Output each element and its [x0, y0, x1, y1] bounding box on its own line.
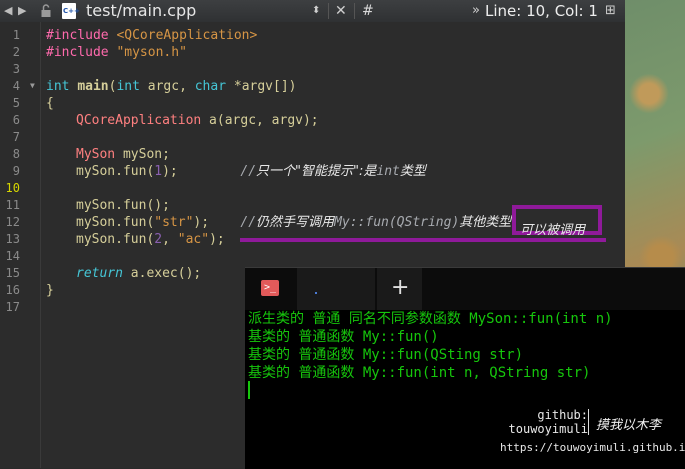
powershell-icon: >_	[261, 280, 279, 296]
line-number: 5	[12, 96, 20, 110]
cursor-position-indicator[interactable]: Line: 10, Col: 1	[485, 0, 598, 22]
line-number: 16	[5, 283, 20, 297]
code-line: #include "myson.h"	[46, 45, 187, 60]
forward-arrow-icon[interactable]: ▶	[18, 0, 26, 22]
line-number: 1	[12, 28, 20, 42]
code-line: int main(int argc, char *argv[])	[46, 79, 297, 94]
line-number: 14	[5, 249, 20, 263]
lock-icon[interactable]	[40, 0, 52, 22]
tab-dot-icon	[315, 292, 317, 294]
watermark-signature: 摸我以木李	[596, 418, 662, 433]
terminal-cursor	[248, 381, 250, 399]
toolbar-divider	[354, 3, 355, 19]
highlight-underline	[240, 238, 606, 242]
code-line: }	[46, 283, 54, 298]
terminal-tab-bar: >_ +	[245, 268, 685, 310]
code-line: {	[46, 96, 54, 111]
symbol-selector[interactable]: #	[362, 0, 374, 22]
code-line: mySon.fun(2, "ac");	[76, 232, 225, 247]
line-number: 12	[5, 215, 20, 229]
code-line: mySon.fun("str"); //仍然手写调用My::fun(QStrin…	[76, 215, 512, 230]
watermark-url: https://touwoyimuli.github.io	[500, 441, 685, 454]
line-number: 8	[12, 147, 20, 161]
fold-arrow-icon[interactable]: ▼	[30, 82, 35, 90]
document-dropdown-icon[interactable]: ⬍	[312, 0, 320, 22]
code-line: MySon mySon;	[76, 147, 170, 162]
line-number: 7	[12, 130, 20, 144]
terminal-tab[interactable]	[297, 268, 375, 310]
code-line: #include <QCoreApplication>	[46, 28, 258, 43]
terminal-output-line: 基类的 普通函数 My::fun()	[248, 329, 439, 345]
cpp-file-icon: C++	[62, 3, 80, 19]
code-line: return a.exec();	[76, 266, 202, 281]
line-number: 13	[5, 232, 20, 246]
line-number: 4	[12, 79, 20, 93]
line-number: 9	[12, 164, 20, 178]
line-number-current: 10	[5, 181, 20, 195]
close-document-icon[interactable]: ✕	[335, 0, 347, 22]
open-document-selector[interactable]: test/main.cpp	[86, 0, 196, 22]
watermark-github-label: github: touwoyimuli	[508, 408, 588, 436]
new-tab-plus-icon[interactable]: +	[391, 277, 409, 299]
line-number: 11	[5, 198, 20, 212]
author-watermark: github: touwoyimuli 摸我以木李 https://touwoy…	[500, 408, 685, 468]
line-number-gutter: 1 2 3 4 5 6 7 8 9 10 11 12 13 14 15 16 1…	[0, 22, 41, 468]
line-number: 2	[12, 45, 20, 59]
terminal-tab-active[interactable]: >_	[245, 268, 295, 310]
code-line: mySon.fun(1); //只一个"智能提示":是int类型	[76, 164, 426, 179]
line-number: 15	[5, 266, 20, 280]
watermark-divider	[588, 409, 589, 435]
code-line: QCoreApplication a(argc, argv);	[76, 113, 319, 128]
split-view-icon[interactable]: ⊞	[605, 0, 616, 22]
toolbar-divider	[328, 3, 329, 19]
editor-toolbar: ◀ ▶ C++ test/main.cpp ⬍ ✕ # » Line: 10, …	[0, 0, 625, 23]
terminal-output-line: 派生类的 普通 同名不同参数函数 MySon::fun(int n)	[248, 311, 613, 327]
terminal-output-line: 基类的 普通函数 My::fun(QSting str)	[248, 347, 524, 363]
line-number: 17	[5, 300, 20, 314]
terminal-output-line: 基类的 普通函数 My::fun(int n, QString str)	[248, 365, 591, 381]
line-number: 6	[12, 113, 20, 127]
line-number: 3	[12, 62, 20, 76]
annotation-label: 可以被调用	[520, 223, 586, 238]
code-line: mySon.fun();	[76, 198, 170, 213]
more-icon[interactable]: »	[472, 0, 480, 22]
back-arrow-icon[interactable]: ◀	[4, 0, 12, 22]
